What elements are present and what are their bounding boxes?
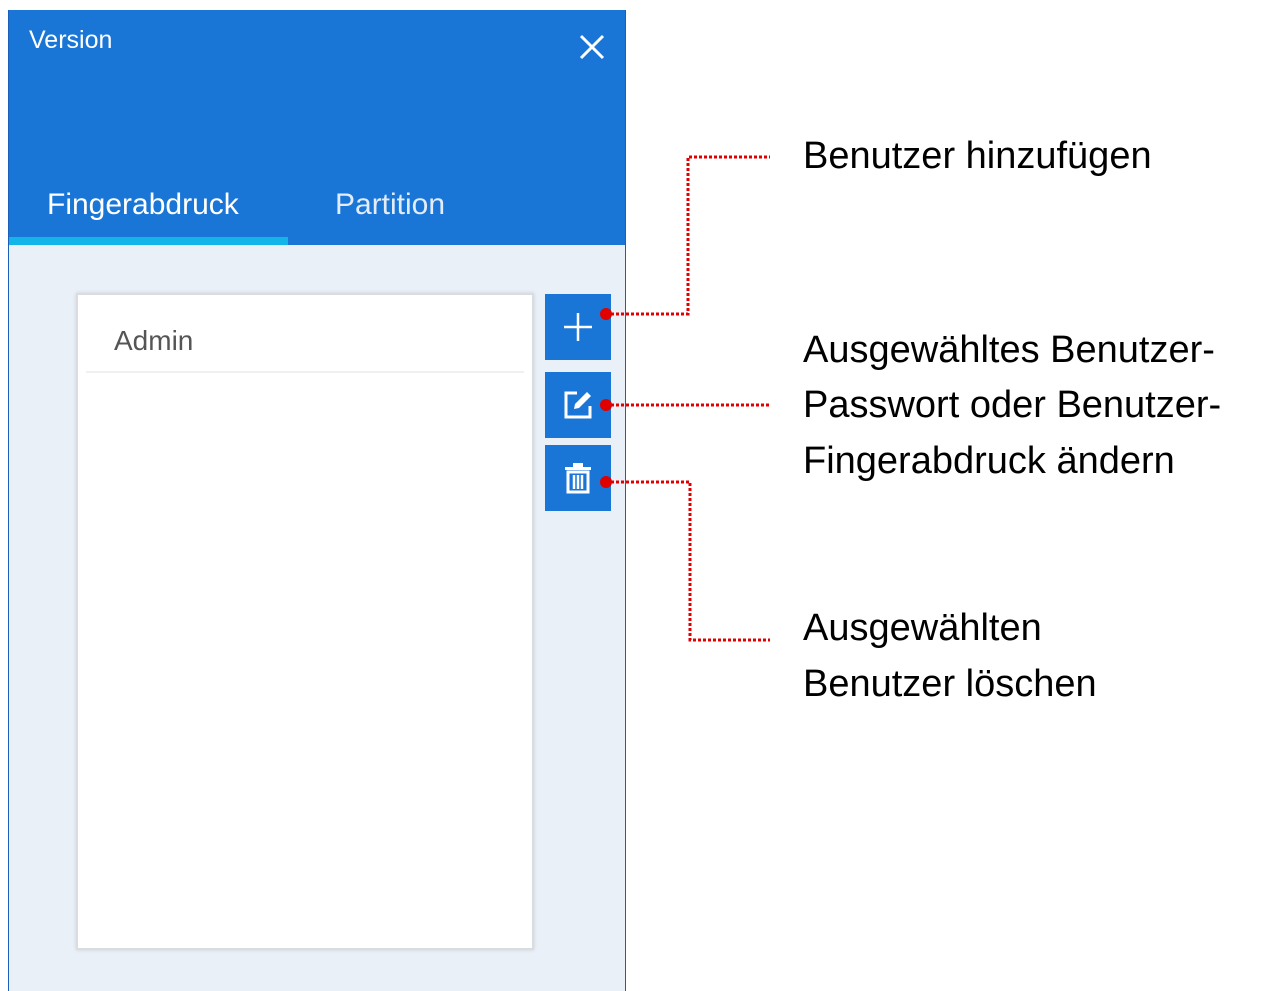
close-button[interactable] bbox=[575, 30, 609, 64]
window-title: Version bbox=[29, 26, 113, 54]
edit-icon bbox=[564, 391, 592, 419]
close-icon bbox=[579, 34, 605, 60]
tab-fingerabdruck[interactable]: Fingerabdruck bbox=[47, 188, 239, 222]
trash-icon bbox=[565, 463, 591, 494]
add-user-button[interactable] bbox=[545, 294, 611, 360]
window-header: Version Fingerabdruck Partition bbox=[9, 10, 625, 245]
active-tab-indicator bbox=[9, 237, 288, 245]
delete-user-button[interactable] bbox=[545, 445, 611, 511]
annotation-delete-line-2: Benutzer löschen bbox=[803, 663, 1097, 705]
user-list[interactable]: Admin bbox=[76, 293, 534, 950]
edit-user-button[interactable] bbox=[545, 372, 611, 438]
annotation-edit-line-2: Passwort oder Benutzer- bbox=[803, 384, 1222, 426]
user-name: Admin bbox=[114, 325, 194, 356]
annotation-add-line-1: Benutzer hinzufügen bbox=[803, 135, 1152, 177]
callout-add-line bbox=[606, 155, 770, 316]
tab-partition[interactable]: Partition bbox=[335, 188, 445, 222]
list-item[interactable]: Admin bbox=[86, 303, 524, 373]
user-management-window: Version Fingerabdruck Partition Admin bbox=[8, 10, 626, 991]
annotation-delete-line-1: Ausgewählten bbox=[803, 607, 1042, 649]
callout-delete-line bbox=[606, 480, 770, 642]
annotation-edit-line-1: Ausgewähltes Benutzer- bbox=[803, 329, 1215, 371]
annotation-edit-line-3: Fingerabdruck ändern bbox=[803, 440, 1175, 482]
plus-icon bbox=[564, 313, 592, 341]
